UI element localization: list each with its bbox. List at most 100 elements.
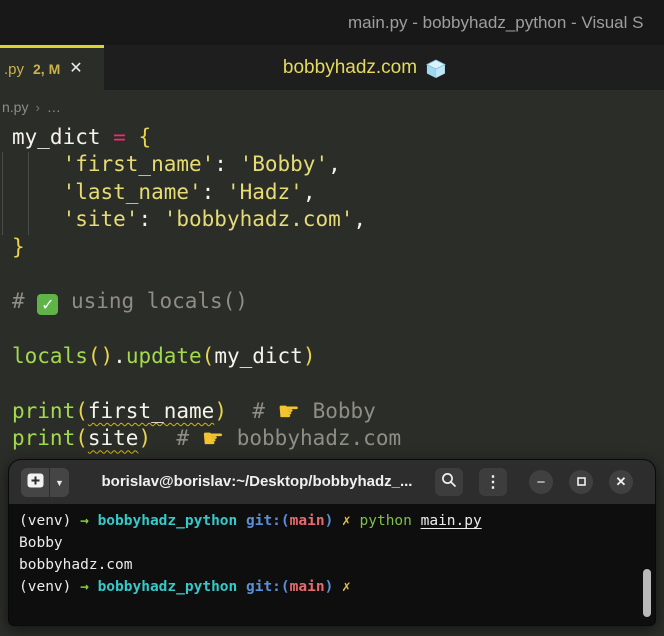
ice-cube-emoji xyxy=(425,58,447,80)
new-tab-button-group: ▼ xyxy=(21,468,69,497)
terminal-line: (venv) → bobbyhadz_python git:(main) ✗ p… xyxy=(19,510,655,532)
code-line: my_dict = { xyxy=(12,124,401,151)
code-line: 'site': 'bobbyhadz.com', xyxy=(12,206,401,233)
breadcrumb[interactable]: n.py › … xyxy=(2,99,61,115)
token: bobbyhadz.com xyxy=(224,426,402,451)
breadcrumb-file: n.py xyxy=(2,99,29,115)
code-line: # ✓ using locals() xyxy=(12,288,401,316)
token: 'last_name' xyxy=(62,179,202,204)
token: ✗ xyxy=(342,513,360,529)
minimize-button[interactable]: − xyxy=(529,470,553,494)
vscode-window: main.py - bobbyhadz_python - Visual S .p… xyxy=(0,0,664,636)
tab-main-py[interactable]: .py 2, M ✕ xyxy=(0,45,104,90)
token: # xyxy=(151,426,202,451)
maximize-icon xyxy=(576,473,586,491)
token: () xyxy=(87,344,114,369)
token: , xyxy=(328,152,341,177)
tab-problems-modified-badge: 2, M xyxy=(33,61,61,77)
token: (venv) xyxy=(19,579,81,595)
token: ) xyxy=(138,426,152,451)
pointing-right-emoji: ☛ xyxy=(201,424,225,454)
token: : xyxy=(214,152,240,177)
token: → xyxy=(80,579,98,595)
terminal-line: Bobby xyxy=(19,532,655,554)
editor-tab-bar: .py 2, M ✕ bobbyhadz.com xyxy=(0,45,664,90)
token: bobbyhadz_python xyxy=(97,513,246,529)
token: ) xyxy=(302,344,316,369)
token: , xyxy=(302,179,316,204)
tab-filename-label: .py xyxy=(4,60,25,78)
token: . xyxy=(113,344,126,369)
code-line: locals().update(my_dict) xyxy=(12,343,401,370)
token: update xyxy=(125,344,202,369)
token: : xyxy=(138,207,164,232)
token: python xyxy=(359,513,421,529)
token: → xyxy=(80,513,98,529)
tab-close-icon[interactable]: ✕ xyxy=(69,61,82,77)
new-tab-icon xyxy=(27,473,44,493)
window-title: main.py - bobbyhadz_python - Visual S xyxy=(348,13,644,32)
code-line: 'last_name': 'Hadz', xyxy=(12,179,401,206)
token: : xyxy=(201,179,227,204)
search-button[interactable] xyxy=(435,468,463,496)
token: { xyxy=(138,125,152,149)
token: 'Hadz' xyxy=(226,179,303,204)
check-emoji: ✓ xyxy=(37,294,59,316)
token: } xyxy=(12,234,25,259)
maximize-button[interactable] xyxy=(569,470,593,494)
token: 'first_name' xyxy=(62,152,215,177)
pointing-right-emoji: ☛ xyxy=(277,396,300,426)
token: ) xyxy=(324,579,343,595)
token: ( xyxy=(75,398,88,423)
close-icon: ✕ xyxy=(615,474,627,489)
token: # xyxy=(226,398,278,423)
watermark-text: bobbyhadz.com xyxy=(282,56,418,78)
token: print xyxy=(12,426,76,451)
menu-button[interactable]: ⋮ xyxy=(479,468,507,496)
terminal-output[interactable]: (venv) → bobbyhadz_python git:(main) ✗ p… xyxy=(9,504,655,625)
code-line: print(site) # ☛ bobbyhadz.com xyxy=(12,425,401,452)
token: git:( xyxy=(245,579,290,595)
indent-guide xyxy=(2,152,3,235)
terminal-header: ▼ borislav@borislav:~/Desktop/bobbyhadz_… xyxy=(9,460,655,504)
search-icon xyxy=(441,472,457,493)
minimize-icon: − xyxy=(536,473,546,491)
terminal-scrollbar-thumb[interactable] xyxy=(643,569,651,617)
token: Bobby xyxy=(299,398,376,423)
terminal-line: (venv) → bobbyhadz_python git:(main) ✗ xyxy=(19,576,655,598)
code-line: print(first_name) # ☛ Bobby xyxy=(12,398,401,425)
token: Bobby xyxy=(19,535,63,551)
window-titlebar: main.py - bobbyhadz_python - Visual S xyxy=(0,0,664,45)
code-line: } xyxy=(12,234,401,261)
terminal-line: bobbyhadz.com xyxy=(19,554,655,576)
new-tab-dropdown-button[interactable]: ▼ xyxy=(49,468,69,497)
token: # xyxy=(12,289,38,314)
token: ( xyxy=(201,344,215,369)
breadcrumb-more: … xyxy=(46,99,61,115)
chevron-right-icon: › xyxy=(35,99,40,115)
dropdown-icon: ▼ xyxy=(55,477,64,488)
close-button[interactable]: ✕ xyxy=(609,470,633,494)
token: bobbyhadz.com xyxy=(19,557,133,573)
token: my_dict xyxy=(214,344,303,369)
code-area[interactable]: my_dict = { 'first_name': 'Bobby', 'last… xyxy=(12,124,401,453)
watermark: bobbyhadz.com xyxy=(283,45,447,90)
token: ( xyxy=(75,426,88,451)
token: main xyxy=(289,579,325,595)
terminal-window: ▼ borislav@borislav:~/Desktop/bobbyhadz_… xyxy=(8,459,656,626)
new-tab-button[interactable] xyxy=(21,468,49,497)
token: print xyxy=(12,398,76,423)
token: bobbyhadz_python xyxy=(97,579,246,595)
token: site xyxy=(87,426,139,451)
token: 'site' xyxy=(62,207,139,232)
token: 'Bobby' xyxy=(239,152,329,177)
token: ✗ xyxy=(342,579,351,595)
code-line: 'first_name': 'Bobby', xyxy=(12,151,401,178)
token: git:( xyxy=(245,513,290,529)
token: main.py xyxy=(420,513,482,529)
token: = xyxy=(113,125,139,149)
